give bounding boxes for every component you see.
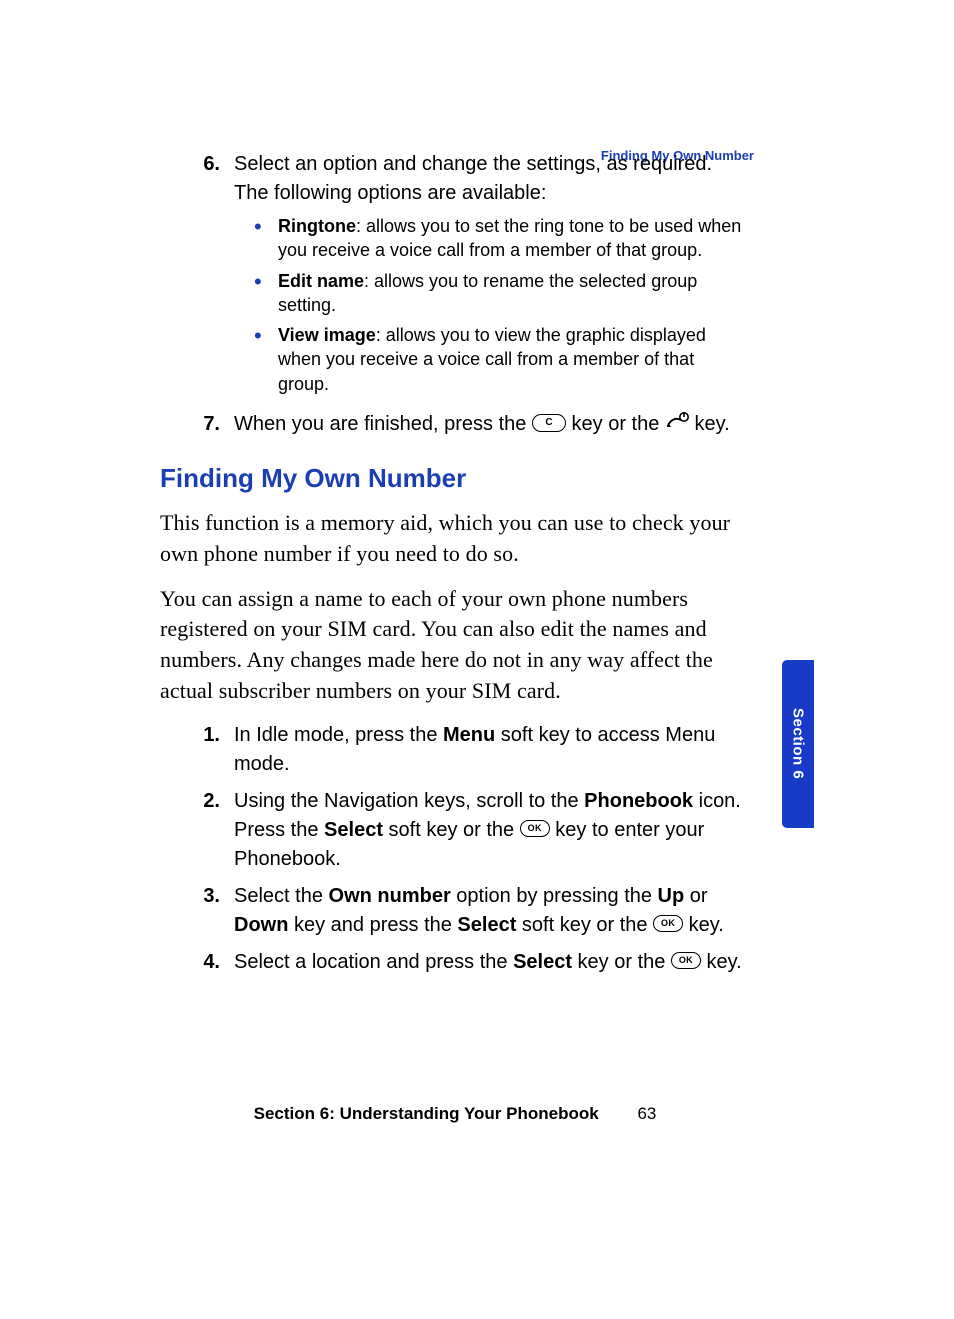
step-number: 4. (160, 948, 234, 977)
bullet-icon: • (254, 323, 278, 396)
list-item: 4.Select a location and press the Select… (160, 948, 750, 977)
end-key-icon (665, 412, 689, 432)
step-number: 3. (160, 882, 234, 940)
bullet-text: View image: allows you to view the graph… (278, 323, 750, 396)
step-7: 7. When you are finished, press the C ke… (160, 410, 750, 439)
list-item: 3.Select the Own number option by pressi… (160, 882, 750, 940)
step-number: 6. (160, 150, 234, 402)
intro-paragraph-1: This function is a memory aid, which you… (160, 508, 750, 570)
ok-key-icon: OK (653, 915, 683, 932)
bullet-icon: • (254, 269, 278, 318)
step-7-mid: key or the (566, 413, 665, 435)
c-key-icon: C (532, 414, 566, 432)
continued-steps-list: 6. Select an option and change the setti… (160, 150, 750, 439)
step-body: In Idle mode, press the Menu soft key to… (234, 721, 750, 779)
step-number: 7. (160, 410, 234, 439)
page-footer: Section 6: Understanding Your Phonebook … (160, 1104, 750, 1124)
ok-key-icon: OK (671, 952, 701, 969)
bullet-item: •Ringtone: allows you to set the ring to… (254, 214, 750, 263)
step-number: 2. (160, 787, 234, 874)
footer-title: Section 6: Understanding Your Phonebook (254, 1104, 599, 1123)
section-tab-label: Section 6 (790, 708, 807, 779)
bullet-text: Ringtone: allows you to set the ring ton… (278, 214, 750, 263)
step-body: Select the Own number option by pressing… (234, 882, 750, 940)
step-6-bullets: •Ringtone: allows you to set the ring to… (234, 214, 750, 396)
bullet-text: Edit name: allows you to rename the sele… (278, 269, 750, 318)
step-number: 1. (160, 721, 234, 779)
list-item: 1.In Idle mode, press the Menu soft key … (160, 721, 750, 779)
ok-key-icon: OK (520, 820, 550, 837)
step-body: Select an option and change the settings… (234, 150, 750, 402)
bullet-item: •Edit name: allows you to rename the sel… (254, 269, 750, 318)
list-item: 2.Using the Navigation keys, scroll to t… (160, 787, 750, 874)
step-body: When you are finished, press the C key o… (234, 410, 750, 439)
section-heading: Finding My Own Number (160, 463, 750, 494)
finding-steps-list: 1.In Idle mode, press the Menu soft key … (160, 721, 750, 977)
page-body: 6. Select an option and change the setti… (160, 150, 750, 985)
intro-paragraph-2: You can assign a name to each of your ow… (160, 584, 750, 707)
bullet-item: •View image: allows you to view the grap… (254, 323, 750, 396)
step-7-post: key. (689, 413, 730, 435)
bullet-icon: • (254, 214, 278, 263)
step-body: Using the Navigation keys, scroll to the… (234, 787, 750, 874)
step-6-text: Select an option and change the settings… (234, 153, 712, 204)
step-body: Select a location and press the Select k… (234, 948, 750, 977)
step-6: 6. Select an option and change the setti… (160, 150, 750, 402)
section-tab: Section 6 (782, 660, 814, 828)
page-number: 63 (637, 1104, 656, 1123)
step-7-pre: When you are finished, press the (234, 413, 532, 435)
